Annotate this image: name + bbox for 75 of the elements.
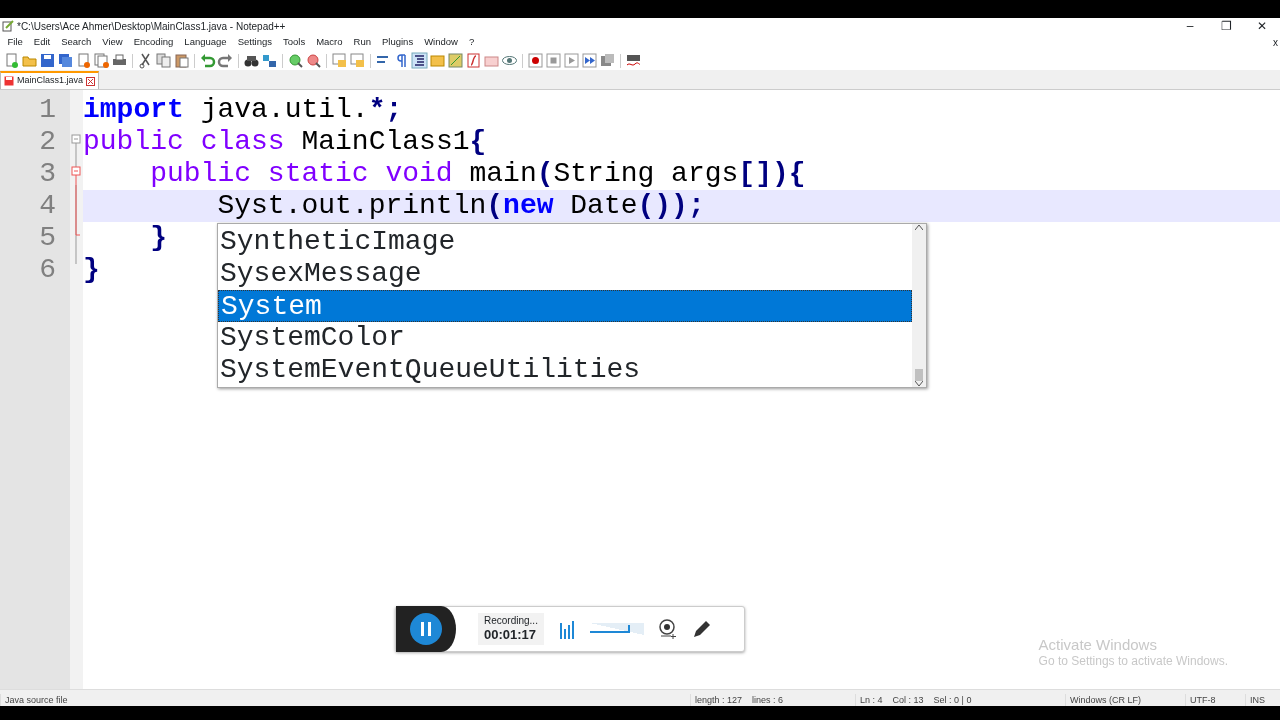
line-number: 1: [38, 94, 56, 126]
close-icon[interactable]: [86, 76, 96, 86]
autocomplete-item[interactable]: SystemEventQueueUtilities: [218, 354, 912, 386]
save-macro-icon[interactable]: [599, 52, 616, 69]
code-line: import java.util.*;: [83, 94, 403, 125]
menu-item[interactable]: File: [2, 35, 29, 50]
status-text: length : 127 lines : 6: [690, 694, 855, 706]
code-line: public static void main(String args[]){: [149, 158, 806, 189]
window-title: *C:\Users\Ace Ahmer\Desktop\MainClass1.java - Notepad++: [17, 19, 286, 34]
paste-icon[interactable]: [173, 52, 190, 69]
menu-item[interactable]: Tools: [277, 35, 311, 50]
status-text: INS: [1245, 694, 1280, 706]
menu-item[interactable]: Plugins: [376, 35, 419, 50]
status-text: Windows (CR LF): [1065, 694, 1185, 706]
audio-level-icon: [559, 619, 576, 639]
replace-icon[interactable]: [261, 52, 278, 69]
status-text: UTF-8: [1185, 694, 1245, 706]
save-all-icon[interactable]: [57, 52, 74, 69]
spell-check-icon[interactable]: [625, 52, 642, 69]
new-file-icon[interactable]: [3, 52, 20, 69]
zoom-out-icon[interactable]: [305, 52, 322, 69]
code-line: Syst.out.println(new Date());: [216, 190, 705, 221]
minimize-button[interactable]: –: [1172, 18, 1208, 34]
line-number: 6: [38, 254, 56, 286]
code-line: }: [83, 254, 100, 285]
tab-label: MainClass1.java: [17, 74, 84, 88]
map-icon[interactable]: [447, 52, 464, 69]
function-icon[interactable]: [465, 52, 482, 69]
autocomplete-item[interactable]: SyntheticImage: [218, 226, 912, 258]
close-all-icon[interactable]: [93, 52, 110, 69]
line-number: 2: [38, 126, 56, 158]
record-icon[interactable]: [527, 52, 544, 69]
undo-icon[interactable]: [199, 52, 216, 69]
redo-icon[interactable]: [217, 52, 234, 69]
pause-button[interactable]: [396, 606, 456, 652]
scroll-thumb[interactable]: [915, 369, 923, 381]
menu-item[interactable]: Search: [55, 35, 97, 50]
unsaved-file-icon: [4, 76, 14, 86]
autocomplete-item[interactable]: SystemColor: [218, 322, 912, 354]
scroll-down-icon[interactable]: [915, 381, 923, 387]
status-text: Ln : 4 Col : 13 Sel : 0 | 0: [855, 694, 1065, 706]
save-icon[interactable]: [39, 52, 56, 69]
menu-item[interactable]: Edit: [28, 35, 56, 50]
menu-item[interactable]: ?: [463, 35, 480, 50]
menu-item[interactable]: Language: [178, 35, 233, 50]
menu-item[interactable]: Macro: [310, 35, 349, 50]
code-line: }: [149, 222, 167, 253]
status-text: Java source file: [0, 694, 690, 706]
fast-forward-icon[interactable]: [581, 52, 598, 69]
line-number: 5: [38, 222, 56, 254]
line-number: 4: [38, 190, 56, 222]
document-tab[interactable]: MainClass1.java: [0, 71, 100, 89]
recording-time: 00:01:17: [484, 627, 538, 643]
menu-item[interactable]: View: [96, 35, 129, 50]
webcam-icon[interactable]: [657, 618, 678, 640]
line-number: 3: [38, 158, 56, 190]
play-icon[interactable]: [563, 52, 580, 69]
autocomplete-item[interactable]: System: [218, 290, 912, 322]
restore-button[interactable]: ❐: [1208, 18, 1244, 34]
autocomplete-item[interactable]: SysexMessage: [218, 258, 912, 290]
scroll-up-icon[interactable]: [915, 224, 923, 230]
close-document-button[interactable]: x: [1273, 35, 1278, 50]
close-file-icon[interactable]: [75, 52, 92, 69]
zoom-in-icon[interactable]: [287, 52, 304, 69]
menu-item[interactable]: Window: [418, 35, 464, 50]
menu-item[interactable]: Settings: [232, 35, 278, 50]
volume-slider[interactable]: [589, 623, 644, 635]
stop-icon[interactable]: [545, 52, 562, 69]
menu-item[interactable]: Encoding: [128, 35, 179, 50]
recording-status: Recording...: [484, 615, 538, 628]
menu-item[interactable]: Run: [348, 35, 377, 50]
pencil-icon[interactable]: [691, 619, 712, 639]
close-button[interactable]: ✕: [1244, 18, 1280, 34]
code-line: public class MainClass1{: [83, 126, 487, 157]
indent-guide-icon[interactable]: [411, 52, 428, 69]
